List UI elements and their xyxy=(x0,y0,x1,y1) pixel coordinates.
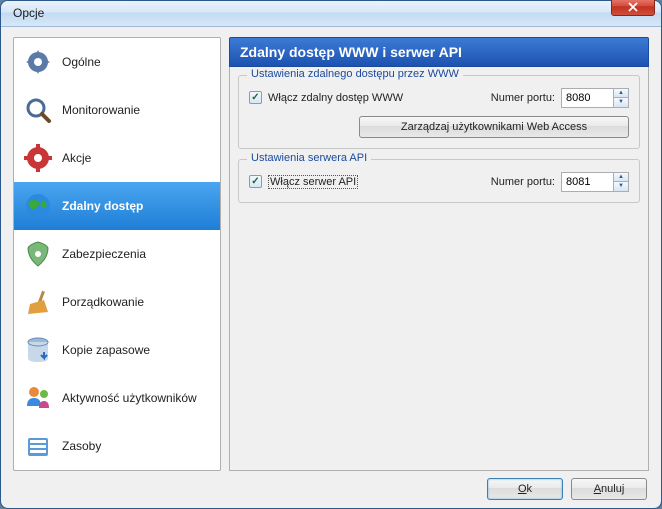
checkbox-enable-api-label[interactable]: Włącz serwer API xyxy=(268,175,358,189)
panel-body: Ustawienia zdalnego dostępu przez WWW Wł… xyxy=(229,67,649,471)
content-area: Ogólne Monitorowanie Akcje Zdalny dostęp xyxy=(1,27,661,471)
sidebar-item-user-activity[interactable]: Aktywność użytkowników xyxy=(14,374,220,422)
checkbox-enable-www[interactable] xyxy=(249,91,262,104)
group-api: Ustawienia serwera API Włącz serwer API … xyxy=(238,159,640,203)
group-www: Ustawienia zdalnego dostępu przez WWW Wł… xyxy=(238,75,640,149)
spinner-up-icon[interactable]: ▲ xyxy=(614,89,628,99)
sidebar-item-label: Kopie zapasowe xyxy=(62,343,150,357)
sidebar-item-label: Ogólne xyxy=(62,55,101,69)
sidebar-item-label: Akcje xyxy=(62,151,91,165)
cog-icon xyxy=(24,144,52,172)
ok-button[interactable]: Ok xyxy=(487,478,563,500)
users-icon xyxy=(24,384,52,412)
sidebar-item-monitoring[interactable]: Monitorowanie xyxy=(14,86,220,134)
sidebar-item-resources[interactable]: Zasoby xyxy=(14,422,220,470)
close-icon xyxy=(627,2,639,12)
spinner-down-icon[interactable]: ▼ xyxy=(614,182,628,191)
spinner-up-icon[interactable]: ▲ xyxy=(614,173,628,183)
panel-title: Zdalny dostęp WWW i serwer API xyxy=(229,37,649,67)
sidebar-item-remote-access[interactable]: Zdalny dostęp xyxy=(14,182,220,230)
www-port-spinner[interactable]: ▲ ▼ xyxy=(561,88,629,108)
sidebar-item-label: Zdalny dostęp xyxy=(62,199,143,213)
checkbox-enable-www-label[interactable]: Włącz zdalny dostęp WWW xyxy=(268,92,403,104)
search-icon xyxy=(24,96,52,124)
sidebar-item-label: Zabezpieczenia xyxy=(62,247,146,261)
group-api-title: Ustawienia serwera API xyxy=(247,152,371,164)
sidebar-item-label: Porządkowanie xyxy=(62,295,144,309)
sidebar-item-actions[interactable]: Akcje xyxy=(14,134,220,182)
api-port-input[interactable] xyxy=(561,172,613,192)
www-port-label: Numer portu: xyxy=(491,92,555,104)
sidebar-item-cleanup[interactable]: Porządkowanie xyxy=(14,278,220,326)
main-panel: Zdalny dostęp WWW i serwer API Ustawieni… xyxy=(229,37,649,471)
sidebar-item-label: Monitorowanie xyxy=(62,103,140,117)
close-button[interactable] xyxy=(611,0,655,16)
titlebar[interactable]: Opcje xyxy=(1,1,661,27)
broom-icon xyxy=(24,288,52,316)
sidebar-item-label: Zasoby xyxy=(62,439,101,453)
sidebar-item-label: Aktywność użytkowników xyxy=(62,391,197,405)
manage-web-users-button[interactable]: Zarządzaj użytkownikami Web Access xyxy=(359,116,629,138)
sidebar-item-security[interactable]: Zabezpieczenia xyxy=(14,230,220,278)
sidebar-item-backups[interactable]: Kopie zapasowe xyxy=(14,326,220,374)
api-port-label: Numer portu: xyxy=(491,176,555,188)
checkbox-enable-api[interactable] xyxy=(249,175,262,188)
www-port-input[interactable] xyxy=(561,88,613,108)
folder-icon xyxy=(24,432,52,460)
globe-icon xyxy=(24,192,52,220)
api-port-spinner[interactable]: ▲ ▼ xyxy=(561,172,629,192)
shield-icon xyxy=(24,240,52,268)
group-www-title: Ustawienia zdalnego dostępu przez WWW xyxy=(247,68,463,80)
spinner-down-icon[interactable]: ▼ xyxy=(614,98,628,107)
sidebar: Ogólne Monitorowanie Akcje Zdalny dostęp xyxy=(13,37,221,471)
sidebar-item-general[interactable]: Ogólne xyxy=(14,38,220,86)
footer: Ok Anuluj xyxy=(1,471,661,508)
cancel-button[interactable]: Anuluj xyxy=(571,478,647,500)
options-window: Opcje Ogólne Monitorowanie xyxy=(0,0,662,509)
database-icon xyxy=(24,336,52,364)
window-title: Opcje xyxy=(13,6,611,20)
gear-icon xyxy=(24,48,52,76)
